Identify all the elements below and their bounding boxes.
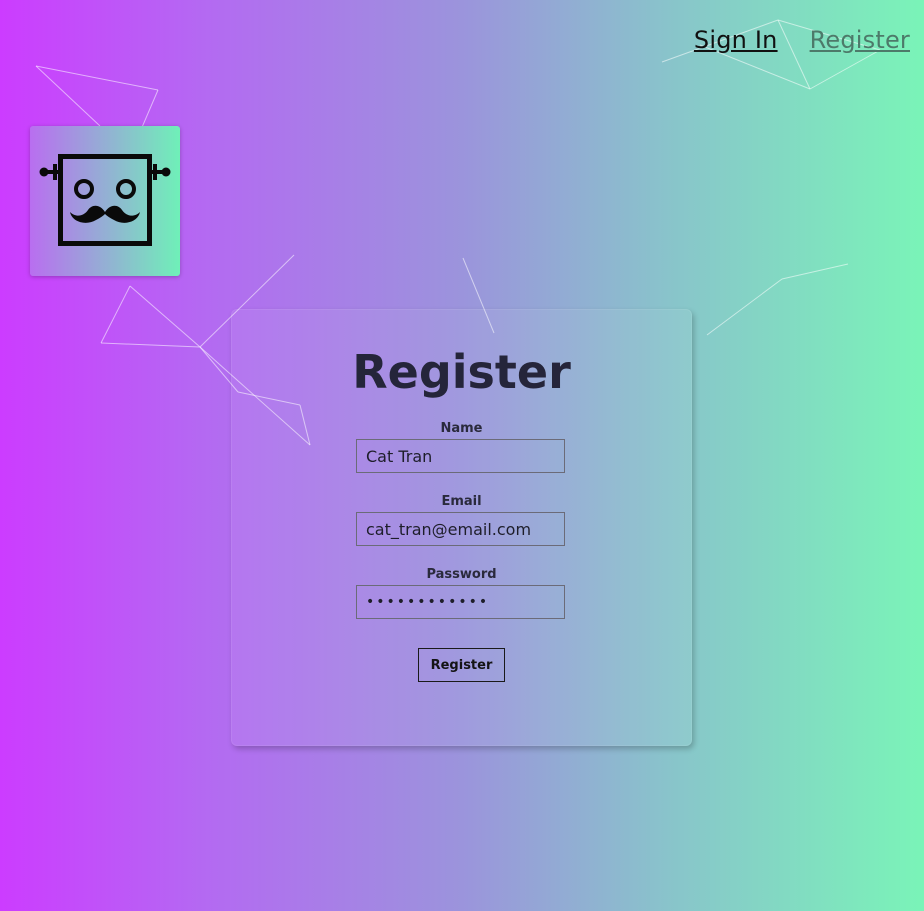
app-logo[interactable] xyxy=(30,126,180,276)
robot-mustache-icon xyxy=(39,154,171,246)
form-title: Register xyxy=(352,345,571,399)
sign-in-link[interactable]: Sign In xyxy=(694,26,778,54)
password-field[interactable] xyxy=(356,585,565,619)
register-submit-button[interactable]: Register xyxy=(418,648,505,682)
top-nav: Sign In Register xyxy=(694,26,910,54)
name-field[interactable] xyxy=(356,439,565,473)
password-label: Password xyxy=(426,567,497,582)
email-field[interactable] xyxy=(356,512,565,546)
register-link[interactable]: Register xyxy=(810,26,910,54)
email-label: Email xyxy=(441,494,482,509)
register-card: Register Name Email Password Register xyxy=(231,309,692,746)
name-label: Name xyxy=(440,421,483,436)
